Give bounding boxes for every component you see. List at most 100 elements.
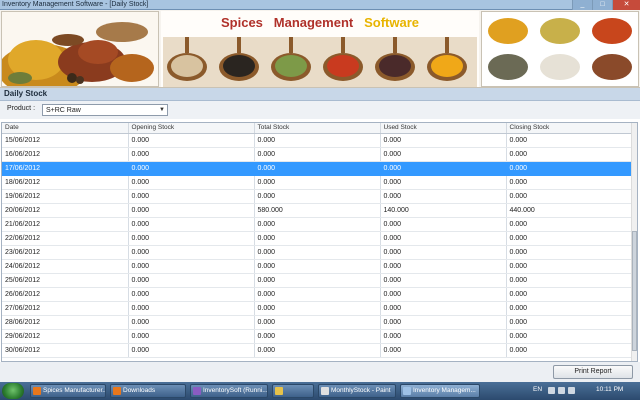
opening-stock-cell[interactable]: 0.000 [128,189,255,204]
table-row[interactable]: 23/06/2012 0.000 0.000 0.000 0.000 [2,245,633,260]
closing-stock-cell[interactable]: 0.000 [506,217,633,232]
date-cell[interactable]: 19/06/2012 [2,189,129,204]
total-stock-cell[interactable]: 0.000 [254,245,381,260]
opening-stock-cell[interactable]: 0.000 [128,161,255,176]
table-row[interactable]: 28/06/2012 0.000 0.000 0.000 0.000 [2,315,633,330]
date-cell[interactable]: 24/06/2012 [2,259,129,274]
column-header-total-stock[interactable]: Total Stock [254,123,381,134]
date-cell[interactable]: 18/06/2012 [2,175,129,190]
used-stock-cell[interactable]: 0.000 [380,175,507,190]
closing-stock-cell[interactable]: 0.000 [506,259,633,274]
date-cell[interactable]: 21/06/2012 [2,217,129,232]
used-stock-cell[interactable]: 0.000 [380,189,507,204]
opening-stock-cell[interactable]: 0.000 [128,301,255,316]
used-stock-cell[interactable]: 0.000 [380,259,507,274]
total-stock-cell[interactable]: 0.000 [254,175,381,190]
used-stock-cell[interactable]: 0.000 [380,273,507,288]
table-row[interactable]: 25/06/2012 0.000 0.000 0.000 0.000 [2,273,633,288]
total-stock-cell[interactable]: 0.000 [254,259,381,274]
table-row[interactable]: 16/06/2012 0.000 0.000 0.000 0.000 [2,147,633,162]
column-header-opening-stock[interactable]: Opening Stock [128,123,255,134]
chevron-down-icon[interactable]: ▼ [157,105,167,115]
opening-stock-cell[interactable]: 0.000 [128,343,255,358]
total-stock-cell[interactable]: 0.000 [254,189,381,204]
tray-volume-icon[interactable] [568,387,575,394]
maximize-button[interactable]: □ [592,0,612,10]
date-cell[interactable]: 30/06/2012 [2,343,129,358]
used-stock-cell[interactable]: 0.000 [380,287,507,302]
used-stock-cell[interactable]: 0.000 [380,231,507,246]
date-cell[interactable]: 17/06/2012 [2,161,129,176]
closing-stock-cell[interactable]: 440.000 [506,203,633,218]
opening-stock-cell[interactable]: 0.000 [128,203,255,218]
opening-stock-cell[interactable]: 0.000 [128,231,255,246]
date-cell[interactable]: 16/06/2012 [2,147,129,162]
taskbar-item[interactable] [272,384,314,398]
opening-stock-cell[interactable]: 0.000 [128,147,255,162]
table-row[interactable]: 18/06/2012 0.000 0.000 0.000 0.000 [2,175,633,190]
opening-stock-cell[interactable]: 0.000 [128,133,255,148]
total-stock-cell[interactable]: 0.000 [254,273,381,288]
used-stock-cell[interactable]: 0.000 [380,329,507,344]
used-stock-cell[interactable]: 0.000 [380,301,507,316]
used-stock-cell[interactable]: 0.000 [380,245,507,260]
opening-stock-cell[interactable]: 0.000 [128,329,255,344]
taskbar-item[interactable]: Downloads [110,384,186,398]
total-stock-cell[interactable]: 0.000 [254,161,381,176]
closing-stock-cell[interactable]: 0.000 [506,343,633,358]
total-stock-cell[interactable]: 0.000 [254,329,381,344]
opening-stock-cell[interactable]: 0.000 [128,175,255,190]
closing-stock-cell[interactable]: 0.000 [506,175,633,190]
used-stock-cell[interactable]: 0.000 [380,217,507,232]
table-row[interactable]: 26/06/2012 0.000 0.000 0.000 0.000 [2,287,633,302]
taskbar-item[interactable]: MonthlyStock - Paint [318,384,396,398]
tray-flag-icon[interactable] [548,387,555,394]
date-cell[interactable]: 20/06/2012 [2,203,129,218]
table-row[interactable]: 24/06/2012 0.000 0.000 0.000 0.000 [2,259,633,274]
total-stock-cell[interactable]: 0.000 [254,133,381,148]
date-cell[interactable]: 26/06/2012 [2,287,129,302]
closing-stock-cell[interactable]: 0.000 [506,273,633,288]
opening-stock-cell[interactable]: 0.000 [128,315,255,330]
total-stock-cell[interactable]: 580.000 [254,203,381,218]
date-cell[interactable]: 29/06/2012 [2,329,129,344]
date-cell[interactable]: 22/06/2012 [2,231,129,246]
closing-stock-cell[interactable]: 0.000 [506,189,633,204]
close-button[interactable]: ✕ [612,0,640,10]
table-row[interactable]: 27/06/2012 0.000 0.000 0.000 0.000 [2,301,633,316]
table-row[interactable]: 21/06/2012 0.000 0.000 0.000 0.000 [2,217,633,232]
table-row[interactable]: 17/06/2012 0.000 0.000 0.000 0.000 [2,161,633,176]
closing-stock-cell[interactable]: 0.000 [506,147,633,162]
taskbar-clock[interactable]: 10:11 PM [596,386,623,393]
closing-stock-cell[interactable]: 0.000 [506,245,633,260]
tray-network-icon[interactable] [558,387,565,394]
taskbar-item[interactable]: InventorySoft (Runni... [190,384,268,398]
date-cell[interactable]: 25/06/2012 [2,273,129,288]
table-row[interactable]: 30/06/2012 0.000 0.000 0.000 0.000 [2,343,633,358]
total-stock-cell[interactable]: 0.000 [254,147,381,162]
table-row[interactable]: 15/06/2012 0.000 0.000 0.000 0.000 [2,133,633,148]
total-stock-cell[interactable]: 0.000 [254,287,381,302]
taskbar-item[interactable]: Spices Manufacturer... [30,384,106,398]
closing-stock-cell[interactable]: 0.000 [506,329,633,344]
date-cell[interactable]: 27/06/2012 [2,301,129,316]
vertical-scrollbar[interactable] [631,123,637,361]
table-row[interactable]: 22/06/2012 0.000 0.000 0.000 0.000 [2,231,633,246]
print-report-button[interactable]: Print Report [553,365,633,379]
closing-stock-cell[interactable]: 0.000 [506,301,633,316]
opening-stock-cell[interactable]: 0.000 [128,217,255,232]
opening-stock-cell[interactable]: 0.000 [128,273,255,288]
date-cell[interactable]: 28/06/2012 [2,315,129,330]
closing-stock-cell[interactable]: 0.000 [506,231,633,246]
language-indicator[interactable]: EN [533,386,542,393]
start-button[interactable] [2,383,24,399]
used-stock-cell[interactable]: 0.000 [380,343,507,358]
used-stock-cell[interactable]: 0.000 [380,147,507,162]
table-row[interactable]: 19/06/2012 0.000 0.000 0.000 0.000 [2,189,633,204]
opening-stock-cell[interactable]: 0.000 [128,245,255,260]
used-stock-cell[interactable]: 140.000 [380,203,507,218]
date-cell[interactable]: 15/06/2012 [2,133,129,148]
column-header-used-stock[interactable]: Used Stock [380,123,507,134]
minimize-button[interactable]: _ [572,0,592,10]
total-stock-cell[interactable]: 0.000 [254,231,381,246]
